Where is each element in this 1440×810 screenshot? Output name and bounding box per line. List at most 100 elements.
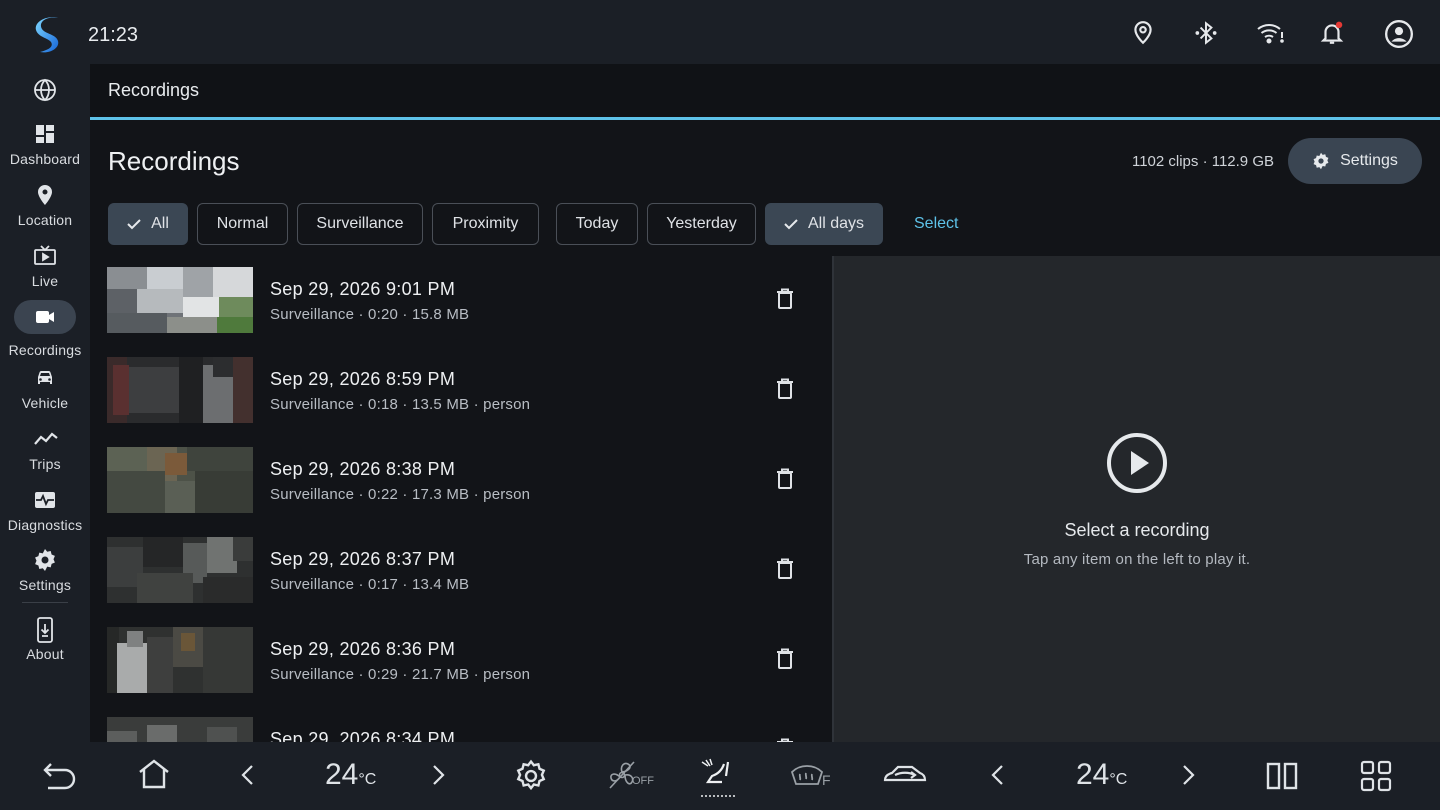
defrost-label: F (822, 772, 831, 788)
app-grid-icon[interactable] (1360, 760, 1392, 792)
trend-icon (33, 427, 58, 451)
day-chip-all-days[interactable]: All days (765, 203, 883, 245)
rail-label: Recordings (8, 342, 82, 358)
fan-off-label: OFF (632, 775, 654, 787)
recording-thumbnail (107, 267, 253, 333)
chip-label: Today (575, 215, 619, 232)
list-item[interactable]: Sep 29, 2026 8:34 PM (90, 706, 832, 742)
location-pin-icon[interactable] (1130, 20, 1156, 46)
recording-title: Sep 29, 2026 8:59 PM (270, 369, 456, 389)
temp-right: 24°C (1076, 758, 1127, 792)
recording-thumbnail (107, 627, 253, 693)
select-link[interactable]: Select (914, 215, 958, 233)
recording-title: Sep 29, 2026 8:38 PM (270, 459, 456, 479)
rail-divider (22, 602, 68, 603)
recording-thumbnail (107, 537, 253, 603)
filter-chip-surveillance[interactable]: Surveillance (297, 203, 423, 245)
status-bar: 21:23 (0, 0, 1440, 64)
list-item[interactable]: Sep 29, 2026 9:01 PM Surveillance · 0:20… (90, 256, 832, 346)
day-chip-yesterday[interactable]: Yesterday (647, 203, 756, 245)
settings-button[interactable]: Settings (1288, 138, 1422, 184)
split-screen-icon[interactable] (1266, 762, 1298, 790)
globe-icon (33, 78, 57, 102)
home-icon[interactable] (137, 758, 171, 790)
delete-icon[interactable] (776, 288, 798, 312)
day-chip-today[interactable]: Today (556, 203, 638, 245)
rail-label: About (26, 646, 64, 662)
temp-left: 24°C (325, 758, 376, 792)
monitor-heart-icon (33, 488, 57, 512)
rail-item-live[interactable]: Live (0, 244, 90, 300)
rail-label: Vehicle (21, 395, 69, 411)
title-bar: Recordings (90, 64, 1440, 118)
front-defrost-icon[interactable] (790, 760, 824, 792)
recording-meta: Surveillance · 0:22 · 17.3 MB · person (270, 486, 531, 503)
rail-item-vehicle[interactable]: Vehicle (0, 366, 90, 422)
filter-chip-proximity[interactable]: Proximity (432, 203, 539, 245)
download-device-icon (33, 617, 57, 643)
tab-title: Recordings (108, 80, 200, 100)
gear-icon (1312, 152, 1330, 170)
rail-label: Settings (18, 577, 72, 593)
back-icon[interactable] (42, 760, 78, 790)
temp-right-value: 24 (1076, 758, 1110, 791)
rail-item-trips[interactable]: Trips (0, 427, 90, 483)
rail-item-settings[interactable]: Settings (0, 548, 90, 604)
temp-unit: °C (358, 771, 377, 788)
rail-label: Location (17, 212, 73, 228)
bell-icon[interactable] (1319, 20, 1345, 46)
bluetooth-icon[interactable] (1193, 20, 1219, 46)
rail-label: Live (31, 273, 59, 289)
delete-icon[interactable] (776, 648, 798, 672)
car-icon (33, 366, 57, 390)
rail-item-location[interactable]: Location (0, 183, 90, 239)
delete-icon[interactable] (776, 378, 798, 402)
wifi-icon[interactable] (1256, 20, 1284, 46)
live-tv-icon (33, 244, 57, 268)
rail-label: Dashboard (9, 151, 81, 167)
car-recirculation-icon[interactable] (882, 762, 928, 788)
settings-button-label: Settings (1340, 152, 1398, 169)
app-logo (32, 14, 66, 56)
preview-panel: Select a recording Tap any item on the l… (832, 256, 1440, 742)
temp-left-increase-icon[interactable] (430, 764, 446, 786)
list-item[interactable]: Sep 29, 2026 8:36 PM Surveillance · 0:29… (90, 616, 832, 706)
seat-airflow-icon[interactable] (698, 756, 740, 798)
videocam-icon (33, 305, 57, 329)
filter-chip-all[interactable]: All (108, 203, 188, 245)
recording-meta: Surveillance · 0:29 · 21.7 MB · person (270, 666, 531, 683)
recording-title: Sep 29, 2026 8:37 PM (270, 549, 456, 569)
nav-rail: Dashboard Location Live Recordings Vehic… (0, 64, 90, 742)
location-icon (33, 183, 57, 207)
content-area: Recordings Recordings 1102 clips · 112.9… (90, 64, 1440, 742)
temp-right-decrease-icon[interactable] (990, 764, 1006, 786)
chip-label: All days (807, 215, 865, 232)
rail-item-diagnostics[interactable]: Diagnostics (0, 488, 90, 544)
account-icon[interactable] (1385, 20, 1413, 48)
recording-title: Sep 29, 2026 8:36 PM (270, 639, 456, 659)
delete-icon[interactable] (776, 558, 798, 582)
gear-icon (33, 548, 57, 572)
rail-item-recordings[interactable]: Recordings (0, 300, 90, 361)
delete-icon[interactable] (776, 468, 798, 492)
preview-subtitle: Tap any item on the left to play it. (1023, 551, 1251, 568)
list-item[interactable]: Sep 29, 2026 8:37 PM Surveillance · 0:17… (90, 526, 832, 616)
filter-chip-normal[interactable]: Normal (197, 203, 288, 245)
rail-item-dashboard[interactable]: Dashboard (0, 122, 90, 178)
chip-label: All (151, 215, 169, 232)
page-title: Recordings (108, 146, 240, 176)
recording-thumbnail (107, 357, 253, 423)
climate-settings-icon[interactable] (514, 759, 548, 793)
check-icon (127, 219, 141, 230)
recording-title: Sep 29, 2026 9:01 PM (270, 279, 456, 299)
chip-label: Surveillance (316, 215, 404, 232)
temp-left-decrease-icon[interactable] (240, 764, 256, 786)
check-icon (784, 219, 798, 230)
list-item[interactable]: Sep 29, 2026 8:59 PM Surveillance · 0:18… (90, 346, 832, 436)
temp-right-increase-icon[interactable] (1180, 764, 1196, 786)
dashboard-icon (33, 122, 57, 146)
rail-item-about[interactable]: About (0, 617, 90, 673)
recording-meta: Surveillance · 0:18 · 13.5 MB · person (270, 396, 531, 413)
list-item[interactable]: Sep 29, 2026 8:38 PM Surveillance · 0:22… (90, 436, 832, 526)
temp-unit: °C (1109, 771, 1128, 788)
